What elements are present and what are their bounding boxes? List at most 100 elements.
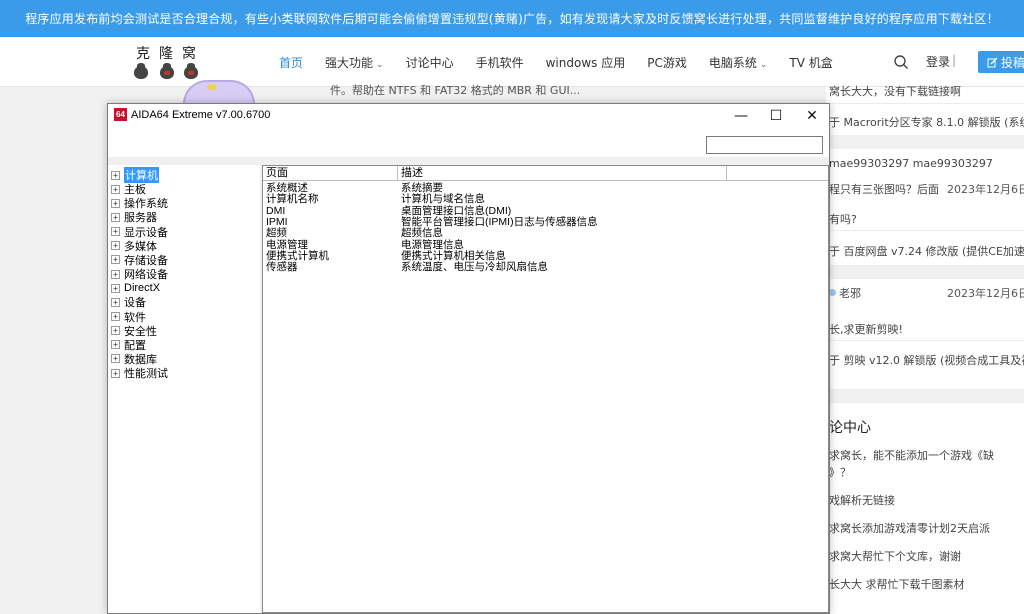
submit-post-button[interactable]: 投稿	[978, 51, 1024, 73]
window-titlebar[interactable]: 64 AIDA64 Extreme v7.00.6700 — ☐ ✕	[108, 104, 829, 127]
toolbar-separator	[108, 157, 829, 165]
avatar	[829, 289, 836, 296]
column-header-page[interactable]: 页面	[263, 166, 398, 181]
expand-icon[interactable]: +	[111, 241, 120, 251]
column-header-description[interactable]: 描述	[398, 166, 727, 181]
table-row[interactable]: DMI 桌面管理接口信息(DMI)	[263, 204, 828, 217]
discussion-item[interactable]: 长大大 求帮忙下载千图素材	[829, 576, 965, 592]
site-header: 克隆窝 首页 强大功能 ⌄ 讨论中心 手机软件 windows 应用 PC游戏 电脑系统 ⌄ TV…	[0, 37, 1024, 87]
table-row[interactable]: 传感器 系统温度、电压与冷却风扇信息	[263, 262, 828, 273]
expand-icon[interactable]: +	[111, 368, 120, 378]
bug-mascot-icon	[184, 63, 198, 79]
comment-text[interactable]: 有吗?	[829, 211, 857, 227]
expand-icon[interactable]: +	[111, 170, 120, 180]
comment-author[interactable]: mae99303297 mae99303297	[829, 157, 993, 170]
divider	[826, 340, 1024, 341]
expand-icon[interactable]: +	[111, 340, 120, 350]
expand-icon[interactable]: +	[111, 354, 120, 364]
discussion-item[interactable]: 求窝长，能不能添加一个游戏《缺	[829, 447, 994, 463]
aida64-window[interactable]: 64 AIDA64 Extreme v7.00.6700 — ☐ ✕ + 计算机 +…	[107, 103, 830, 614]
discussion-item[interactable]: 求窝长添加游戏清零计划2天启派	[829, 520, 990, 536]
expand-icon[interactable]: +	[111, 312, 120, 321]
aida64-app-icon: 64	[114, 108, 127, 121]
comment-text[interactable]: 长,求更新剪映!	[829, 321, 903, 337]
divider	[826, 135, 1024, 149]
discussion-item[interactable]: 戏解析无链接	[829, 492, 895, 508]
chevron-down-icon: ⌄	[759, 59, 768, 70]
expand-icon[interactable]: +	[111, 198, 120, 208]
tree-node[interactable]: + 安全性	[111, 324, 157, 338]
table-row[interactable]: 超频 超频信息	[263, 228, 828, 239]
description-cell: 电源管理信息	[401, 238, 464, 251]
comment-text[interactable]: 窝长大大，没有下载链接啊	[829, 83, 961, 99]
tree-node[interactable]: + 设备	[111, 295, 146, 309]
nav-item-label: 强大功能	[325, 55, 374, 70]
comment-source[interactable]: 于 Macrorit分区专家 8.1.0 解锁版 (系统...	[829, 114, 1024, 130]
login-link[interactable]: 登录	[926, 53, 950, 70]
tree-node[interactable]: + 操作系统	[111, 196, 168, 210]
table-row[interactable]: 计算机名称 计算机与域名信息	[263, 194, 828, 205]
article-excerpt: 件。帮助在 NTFS 和 FAT32 格式的 MBR 和 GUI...	[330, 84, 581, 97]
discussion-item[interactable]: 》？	[829, 464, 851, 480]
nav-item[interactable]: 电脑系统 ⌄	[709, 54, 768, 71]
description-cell: 系统温度、电压与冷却风扇信息	[401, 261, 548, 274]
divider	[826, 103, 1024, 104]
expand-icon[interactable]: +	[111, 255, 120, 265]
table-row[interactable]: 系统概述 系统摘要	[263, 183, 828, 194]
table-row[interactable]: 电源管理 电源管理信息	[263, 238, 828, 251]
page-cell: 计算机名称	[266, 193, 319, 206]
tree-node[interactable]: + 配置	[111, 338, 146, 352]
nav-item-label: 讨论中心	[405, 55, 454, 70]
nav-item[interactable]: 讨论中心	[406, 54, 454, 71]
expand-icon[interactable]: +	[111, 227, 120, 237]
nav-item[interactable]: TV 机盒	[789, 54, 832, 71]
expand-icon[interactable]: +	[111, 269, 120, 279]
nav-item-label: 电脑系统	[708, 55, 757, 70]
expand-icon[interactable]: +	[111, 283, 120, 293]
expand-icon[interactable]: +	[111, 297, 120, 307]
tree-node[interactable]: + 存储设备	[111, 253, 168, 267]
site-logo[interactable]: 克隆窝	[128, 43, 208, 83]
site-logo-text: 克隆窝	[136, 46, 205, 62]
tree-node[interactable]: + 性能测试	[111, 366, 168, 380]
comment-author[interactable]: 老邪	[839, 285, 861, 301]
nav-item[interactable]: windows 应用	[546, 54, 626, 71]
expand-icon[interactable]: +	[111, 326, 120, 336]
expand-icon[interactable]: +	[111, 184, 120, 194]
nav-item[interactable]: PC游戏	[647, 54, 687, 71]
tree-node[interactable]: + 显示设备	[111, 225, 168, 239]
tree-node[interactable]: + 多媒体	[111, 239, 157, 253]
bug-mascot-icon	[134, 63, 148, 79]
page-cell: 传感器	[266, 261, 298, 274]
comment-text[interactable]: 程只有三张图吗？后面	[829, 181, 939, 197]
nav-item[interactable]: 首页	[279, 54, 303, 71]
comment-date: 2023年12月6日	[947, 287, 1024, 300]
maximize-button[interactable]: ☐	[758, 104, 794, 127]
mascot-eye	[207, 84, 217, 90]
search-icon[interactable]	[893, 54, 909, 70]
tree-node[interactable]: + 计算机	[111, 167, 159, 183]
edit-icon	[987, 57, 998, 67]
comment-source[interactable]: 于 剪映 v12.0 解锁版 (视频合成工具及视...	[829, 352, 1024, 368]
tree-node[interactable]: + 网络设备	[111, 267, 168, 281]
expand-icon[interactable]: +	[111, 212, 120, 222]
tree-node[interactable]: + 服务器	[111, 210, 157, 224]
chevron-down-icon: ⌄	[376, 59, 384, 70]
tree-node[interactable]: + 数据库	[111, 352, 157, 366]
nav-item[interactable]: 手机软件	[476, 54, 524, 71]
comment-source[interactable]: 于 百度网盘 v7.24 修改版 (提供CE加速使...	[829, 243, 1024, 259]
nav-item-label: windows 应用	[545, 55, 626, 70]
tree-node[interactable]: + 主板	[111, 182, 146, 196]
login-separator: |	[952, 53, 957, 67]
comments-sidebar: 窝长大大，没有下载链接啊 于 Macrorit分区专家 8.1.0 解锁版 (系…	[826, 85, 1024, 614]
minimize-button[interactable]: —	[723, 104, 759, 127]
tree-node[interactable]: + DirectX	[111, 281, 160, 295]
page-cell: DMI	[266, 204, 286, 217]
discussion-item[interactable]: 求窝大帮忙下个文库，谢谢	[829, 548, 961, 564]
toolbar-search-input[interactable]	[706, 136, 823, 154]
description-cell: 桌面管理接口信息(DMI)	[401, 204, 512, 217]
table-row[interactable]: IPMI 智能平台管理接口(IPMI)日志与传感器信息	[263, 216, 828, 228]
close-button[interactable]: ✕	[794, 104, 830, 127]
nav-item[interactable]: 强大功能 ⌄	[325, 54, 384, 71]
tree-node[interactable]: + 软件	[111, 310, 146, 324]
